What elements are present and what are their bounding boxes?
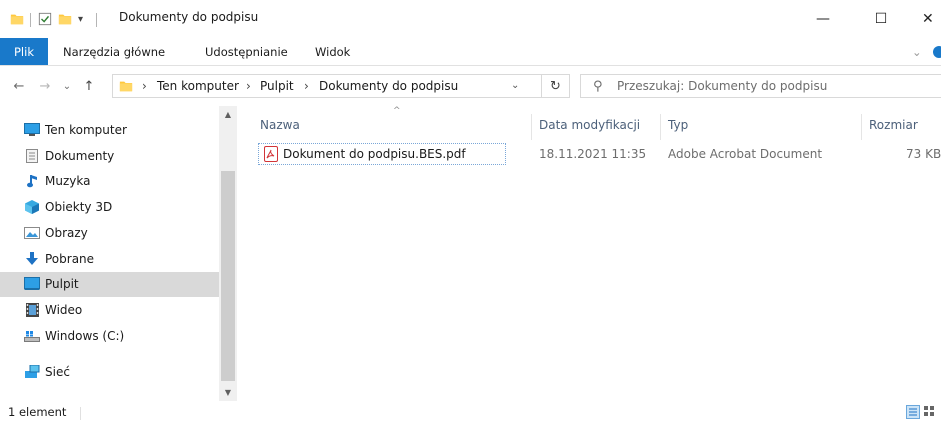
folder-icon — [119, 79, 133, 96]
help-icon[interactable] — [933, 46, 941, 58]
sidebar-item-documents[interactable]: Dokumenty — [0, 144, 219, 169]
sidebar-item-label: Windows (C:) — [45, 329, 125, 343]
minimize-button[interactable]: — — [800, 0, 846, 38]
search-input[interactable] — [617, 77, 927, 95]
sidebar-item-label: Pobrane — [45, 252, 95, 266]
search-box[interactable]: ⚲ — [580, 74, 941, 98]
sidebar-item-label: Muzyka — [45, 174, 91, 188]
documents-icon — [26, 149, 42, 163]
scroll-up-icon[interactable]: ▲ — [219, 106, 237, 123]
breadcrumb-desktop[interactable]: Pulpit — [260, 79, 294, 93]
window-title: Dokumenty do podpisu — [119, 10, 259, 24]
sidebar-item-label: Wideo — [45, 303, 83, 317]
network-icon — [24, 364, 40, 379]
column-divider[interactable] — [531, 114, 532, 140]
status-bar: 1 element — [0, 401, 941, 423]
folder-icon — [10, 10, 24, 28]
tab-view[interactable]: Widok — [315, 38, 350, 65]
tab-file[interactable]: Plik — [0, 38, 48, 65]
sidebar-item-network[interactable]: Sieć — [0, 360, 219, 385]
back-button[interactable]: ← — [10, 77, 28, 95]
tab-home[interactable]: Narzędzia główne — [63, 38, 165, 65]
column-divider[interactable] — [660, 114, 661, 140]
navigation-pane: Ten komputer Dokumenty Muzyka Obiekty 3D… — [0, 106, 219, 401]
sidebar-item-pictures[interactable]: Obrazy — [0, 221, 219, 246]
navigation-bar: ← → ⌄ ↑ › Ten komputer › Pulpit › Dokume… — [0, 66, 941, 106]
column-header-name[interactable]: Nazwa — [260, 118, 300, 132]
sidebar-item-label: Obiekty 3D — [45, 200, 113, 214]
title-bar: ▾ Dokumenty do podpisu — ☐ ✕ — [0, 0, 941, 38]
sidebar-item-3d-objects[interactable]: Obiekty 3D — [0, 195, 219, 220]
expand-ribbon-icon[interactable]: ⌄ — [912, 38, 922, 65]
file-list: ^ Nazwa Data modyfikacji Typ Rozmiar Dok… — [237, 106, 941, 401]
address-dropdown-icon[interactable]: ⌄ — [511, 80, 519, 91]
pdf-icon — [264, 146, 278, 162]
computer-icon — [24, 123, 40, 137]
desktop-icon — [24, 277, 40, 291]
file-size: 73 KB — [906, 147, 941, 161]
downloads-icon — [24, 252, 40, 266]
title-divider — [30, 13, 31, 27]
breadcrumb-separator: › — [142, 79, 147, 93]
sort-ascending-icon: ^ — [393, 106, 401, 116]
pictures-icon — [24, 226, 40, 240]
column-header-size[interactable]: Rozmiar — [869, 118, 918, 132]
navigation-pane-scrollbar[interactable]: ▲ ▼ — [219, 106, 237, 401]
up-button[interactable]: ↑ — [80, 77, 98, 95]
objects-3d-icon — [24, 200, 40, 214]
title-divider-2 — [96, 13, 97, 27]
sidebar-item-downloads[interactable]: Pobrane — [0, 247, 219, 272]
sidebar-item-label: Ten komputer — [45, 123, 127, 137]
breadcrumb-separator: › — [246, 79, 251, 93]
properties-quick-access-icon[interactable] — [38, 10, 52, 28]
recent-locations-button[interactable]: ⌄ — [58, 77, 76, 95]
status-divider — [80, 407, 81, 420]
sidebar-item-music[interactable]: Muzyka — [0, 169, 219, 194]
scroll-down-icon[interactable]: ▼ — [219, 384, 237, 401]
file-type: Adobe Acrobat Document — [668, 147, 823, 161]
maximize-button[interactable]: ☐ — [858, 0, 904, 38]
breadcrumb-this-pc[interactable]: Ten komputer — [157, 79, 239, 93]
column-header-type[interactable]: Typ — [668, 118, 688, 132]
table-row[interactable]: Dokument do podpisu.BES.pdf 18.11.2021 1… — [258, 143, 941, 165]
column-divider[interactable] — [861, 114, 862, 140]
file-modified: 18.11.2021 11:35 — [539, 147, 647, 161]
column-header-modified[interactable]: Data modyfikacji — [539, 118, 640, 132]
sidebar-item-windows-drive[interactable]: Windows (C:) — [0, 324, 219, 349]
music-icon — [27, 174, 43, 188]
sidebar-item-video[interactable]: Wideo — [0, 298, 219, 323]
sidebar-item-label: Pulpit — [45, 277, 79, 291]
sidebar-item-label: Sieć — [45, 365, 70, 379]
breadcrumb-separator: › — [304, 79, 309, 93]
sidebar-item-label: Obrazy — [45, 226, 88, 240]
sidebar-item-this-pc[interactable]: Ten komputer — [0, 118, 219, 143]
large-icons-view-icon[interactable] — [923, 405, 937, 419]
file-name[interactable]: Dokument do podpisu.BES.pdf — [283, 147, 466, 161]
sidebar-item-desktop[interactable]: Pulpit — [0, 272, 219, 297]
sidebar-item-label: Dokumenty — [45, 149, 115, 163]
address-bar[interactable]: › Ten komputer › Pulpit › Dokumenty do p… — [112, 74, 542, 98]
tab-share[interactable]: Udostępnianie — [205, 38, 288, 65]
scroll-thumb[interactable] — [221, 171, 235, 381]
video-icon — [26, 303, 42, 317]
search-icon: ⚲ — [593, 79, 603, 94]
new-folder-quick-access-icon[interactable] — [58, 10, 72, 28]
refresh-button[interactable]: ↻ — [542, 74, 570, 98]
item-count: 1 element — [8, 405, 67, 419]
drive-icon — [24, 329, 40, 343]
details-view-icon[interactable] — [906, 405, 920, 419]
forward-button[interactable]: → — [36, 77, 54, 95]
customize-quick-access-icon[interactable]: ▾ — [78, 10, 83, 28]
ribbon-tabs: Plik Narzędzia główne Udostępnianie Wido… — [0, 38, 941, 66]
breadcrumb-current-folder[interactable]: Dokumenty do podpisu — [319, 79, 458, 93]
close-button[interactable]: ✕ — [908, 0, 941, 38]
